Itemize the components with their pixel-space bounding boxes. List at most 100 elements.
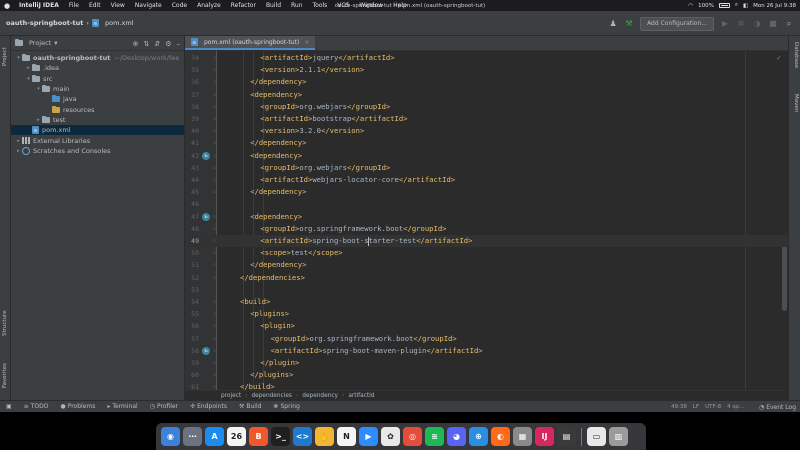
dock-app-spotify-icon[interactable]: ≋ bbox=[425, 427, 444, 446]
menu-run[interactable]: Run bbox=[286, 2, 308, 9]
code-line[interactable]: 40 ▫ <version>3.2.0</version> bbox=[185, 125, 788, 137]
run-icon[interactable]: ▶ bbox=[720, 19, 730, 29]
tree-item[interactable]: ▸ .idea bbox=[11, 63, 184, 73]
fold-marker-icon[interactable]: ▫ bbox=[212, 113, 217, 125]
stripe-maven[interactable]: Maven bbox=[793, 94, 799, 112]
code-line[interactable]: 44 ▫ <artifactId>webjars-locator-core</art… bbox=[185, 174, 788, 186]
tool-window-todo[interactable]: ≡ TODO bbox=[18, 403, 55, 410]
dock-app-photos-icon[interactable]: ✿ bbox=[381, 427, 400, 446]
tree-item[interactable]: ▾ oauth-springboot-tut ~/Desktop/work/fee bbox=[11, 53, 184, 63]
user-icon[interactable]: ♟ bbox=[608, 19, 618, 29]
fold-marker-icon[interactable]: ▫ bbox=[212, 52, 217, 64]
fold-marker-icon[interactable]: ▫ bbox=[212, 211, 217, 223]
chevron-right-icon[interactable]: ▸ bbox=[15, 148, 22, 154]
menu-file[interactable]: File bbox=[64, 2, 84, 9]
fold-marker-icon[interactable]: ▫ bbox=[212, 345, 217, 357]
fold-marker-icon[interactable]: ▫ bbox=[212, 235, 217, 247]
fold-marker-icon[interactable]: ▫ bbox=[212, 150, 217, 162]
dock-app-chrome-icon[interactable]: ◎ bbox=[403, 427, 422, 446]
dock-app-finder-icon[interactable]: ◉ bbox=[161, 427, 180, 446]
dock-app-notion-icon[interactable]: N bbox=[337, 427, 356, 446]
tree-item[interactable]: ▸ test bbox=[11, 115, 184, 125]
wifi-icon[interactable]: ◠ bbox=[688, 3, 693, 9]
stripe-structure[interactable]: Structure bbox=[2, 310, 8, 336]
code-line[interactable]: 34 ▫ <artifactId>jquery</artifactId> bbox=[185, 52, 788, 64]
stripe-favorites[interactable]: Favorites bbox=[2, 363, 8, 388]
fold-marker-icon[interactable]: ▫ bbox=[212, 125, 217, 137]
fold-marker-icon[interactable]: ▫ bbox=[212, 247, 217, 259]
tool-window-profiler[interactable]: ◷ Profiler bbox=[144, 403, 184, 410]
dock-app-intellij-idea-icon[interactable]: IJ bbox=[535, 427, 554, 446]
chevron-down-icon[interactable]: ▾ bbox=[35, 86, 42, 92]
menu-edit[interactable]: Edit bbox=[84, 2, 106, 9]
stripe-project[interactable]: Project bbox=[2, 47, 8, 66]
code-line[interactable]: 53 bbox=[185, 284, 788, 296]
add-configuration-button[interactable]: Add Configuration... bbox=[640, 16, 714, 31]
battery-icon[interactable] bbox=[718, 3, 730, 8]
run-gutter-icon[interactable]: ↻ bbox=[202, 212, 210, 221]
control-center-icon[interactable]: ◧ bbox=[743, 3, 748, 9]
code-line[interactable]: 54 ▫ <build> bbox=[185, 296, 788, 308]
dock-app-preview-icon[interactable]: ▦ bbox=[513, 427, 532, 446]
code-line[interactable]: 56 ▫ <plugin> bbox=[185, 320, 788, 332]
fold-marker-icon[interactable]: ▫ bbox=[212, 101, 217, 113]
menu-view[interactable]: View bbox=[106, 2, 130, 9]
dock-app-documents-icon[interactable]: ▭ bbox=[587, 427, 606, 446]
fold-marker-icon[interactable]: ▫ bbox=[212, 381, 217, 390]
fold-marker-icon[interactable]: ▫ bbox=[212, 64, 217, 76]
code-line[interactable]: 36 ▫ </dependency> bbox=[185, 76, 788, 88]
fold-marker-icon[interactable]: ▫ bbox=[212, 89, 217, 101]
gear-icon[interactable]: ⚙ bbox=[165, 40, 171, 48]
dock-app-trash-icon[interactable]: ▥ bbox=[609, 427, 628, 446]
run-gutter-icon[interactable]: ↻ bbox=[202, 151, 210, 160]
xml-breadcrumb-item[interactable]: project bbox=[221, 393, 241, 399]
clock[interactable]: Mon 26 Jul 9:38 bbox=[753, 3, 796, 9]
tool-window-terminal[interactable]: ▸ Terminal bbox=[101, 403, 143, 410]
menu-app-name[interactable]: IntelliJ IDEA bbox=[14, 2, 64, 9]
code-line[interactable]: 59 ▫ </plugin> bbox=[185, 357, 788, 369]
tree-item[interactable]: ▸ External Libraries bbox=[11, 135, 184, 145]
code-line[interactable]: 60 ▫ </plugins> bbox=[185, 369, 788, 381]
dock-app-calendar-icon[interactable]: 26 bbox=[227, 427, 246, 446]
dock-app-safari-icon[interactable]: ⊕ bbox=[469, 427, 488, 446]
project-view-selector[interactable]: Project ▾ bbox=[15, 39, 58, 47]
fold-marker-icon[interactable]: ▫ bbox=[212, 259, 217, 271]
collapse-all-icon[interactable]: ⇅ bbox=[143, 40, 149, 48]
dock-app-firefox-icon[interactable]: ◐ bbox=[491, 427, 510, 446]
close-icon[interactable]: × bbox=[304, 39, 309, 46]
line-separator[interactable]: LF bbox=[693, 404, 699, 410]
apple-icon[interactable]: ● bbox=[0, 2, 14, 10]
dock-app-hand-icon[interactable]: ✋ bbox=[315, 427, 334, 446]
fold-marker-icon[interactable]: ▫ bbox=[212, 76, 217, 88]
stripe-database[interactable]: Database bbox=[793, 42, 799, 68]
locate-file-icon[interactable]: ⊕ bbox=[133, 40, 139, 48]
fold-marker-icon[interactable]: ▫ bbox=[212, 308, 217, 320]
dock-app-activity-monitor-icon[interactable]: ▤ bbox=[557, 427, 576, 446]
code-line[interactable]: 42 ↻ ▫ <dependency> bbox=[185, 150, 788, 162]
code-line[interactable]: 49 ▫ <artifactId>spring-boot-starter-test<… bbox=[185, 235, 788, 248]
code-line[interactable]: 47 ↻ ▫ <dependency> bbox=[185, 211, 788, 223]
tool-window-endpoints[interactable]: ✣ Endpoints bbox=[184, 403, 233, 410]
code-line[interactable]: 48 ▫ <groupId>org.springframework.boot</gr… bbox=[185, 223, 788, 235]
chevron-right-icon[interactable]: ▸ bbox=[15, 138, 22, 144]
debug-icon[interactable]: ✲ bbox=[736, 19, 746, 29]
code-line[interactable]: 51 ▫ </dependency> bbox=[185, 259, 788, 271]
chevron-down-icon[interactable]: ▾ bbox=[25, 76, 32, 82]
fold-marker-icon[interactable]: ▫ bbox=[212, 223, 217, 235]
dock-app-vs-code-icon[interactable]: <> bbox=[293, 427, 312, 446]
tool-window-build[interactable]: ⚒ Build bbox=[233, 403, 267, 410]
caret-position[interactable]: 49:38 bbox=[671, 404, 687, 410]
code-line[interactable]: 57 ▫ <groupId>org.springframework.boot</gr… bbox=[185, 333, 788, 345]
code-line[interactable]: 37 ▫ <dependency> bbox=[185, 89, 788, 101]
code-line[interactable]: 52 ▫ </dependencies> bbox=[185, 272, 788, 284]
dock-app-app-store-icon[interactable]: A bbox=[205, 427, 224, 446]
code-line[interactable]: 43 ▫ <groupId>org.webjars</groupId> bbox=[185, 162, 788, 174]
dock-app-terminal-icon[interactable]: >_ bbox=[271, 427, 290, 446]
dock-app-brave-icon[interactable]: B bbox=[249, 427, 268, 446]
run-gutter-icon[interactable]: ↻ bbox=[202, 346, 210, 355]
fold-marker-icon[interactable]: ▫ bbox=[212, 357, 217, 369]
editor-tab-pom[interactable]: m pom.xml (oauth-springboot-tut) × bbox=[185, 36, 316, 50]
chevron-down-icon[interactable]: ▾ bbox=[15, 55, 22, 61]
dock-app-discord-icon[interactable]: ◕ bbox=[447, 427, 466, 446]
fold-marker-icon[interactable]: ▫ bbox=[212, 296, 217, 308]
